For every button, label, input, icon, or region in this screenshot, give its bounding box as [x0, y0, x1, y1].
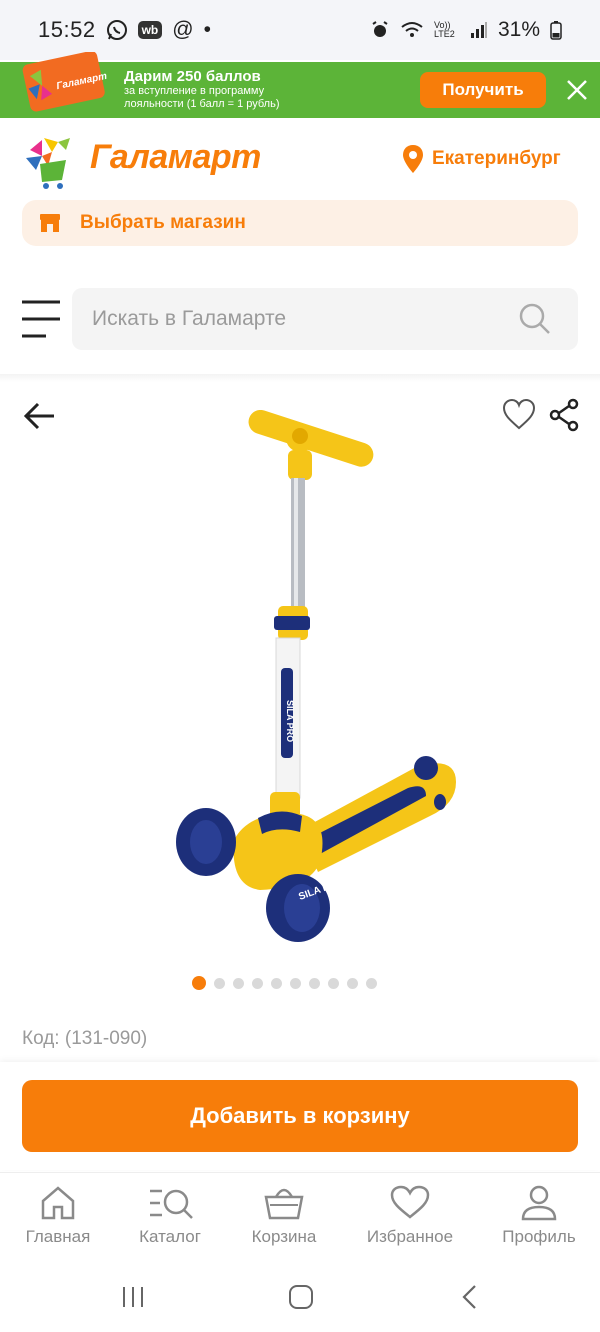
status-bar: 15:52 wb @ • Vo)) LTE2 31% [0, 0, 600, 60]
location-pin-icon [403, 145, 423, 173]
city-selector[interactable]: Екатеринбург [402, 144, 561, 174]
heart-icon [390, 1185, 430, 1219]
wb-notification-icon: wb [137, 21, 163, 39]
city-name: Екатеринбург [432, 148, 561, 169]
at-notification-icon: @ [172, 18, 194, 41]
image-carousel-dots[interactable] [192, 976, 377, 990]
back-button-icon[interactable] [458, 1284, 484, 1315]
nav-label-favorites: Избранное [366, 1227, 454, 1246]
loyalty-card-image: Галамарт [14, 50, 108, 112]
choose-store-label: Выбрать магазин [80, 212, 246, 233]
search-icon[interactable] [518, 302, 552, 341]
alarm-icon [370, 20, 390, 40]
nav-label-catalog: Каталог [139, 1227, 201, 1246]
carousel-dot[interactable] [347, 977, 358, 989]
promo-title: Дарим 250 баллов [124, 68, 261, 85]
carousel-dot[interactable] [271, 977, 282, 989]
site-header: Галамарт Екатеринбург Выбрать магазин Ис… [0, 118, 600, 380]
back-arrow-icon[interactable] [22, 398, 58, 434]
close-icon[interactable] [562, 75, 592, 105]
carousel-dot[interactable] [233, 977, 244, 989]
whatsapp-icon [106, 19, 128, 41]
carousel-dot[interactable] [328, 977, 339, 989]
home-button-icon[interactable] [288, 1284, 314, 1315]
favorite-heart-icon[interactable] [502, 398, 536, 432]
battery-icon [550, 20, 562, 40]
android-nav-bar [0, 1264, 600, 1332]
more-notifications-icon: • [203, 18, 211, 41]
basket-icon [264, 1188, 304, 1220]
carousel-dot[interactable] [366, 977, 377, 989]
bottom-nav: Главная Каталог Корзина Избранное Профил… [0, 1172, 600, 1264]
promo-banner[interactable]: Галамарт Дарим 250 баллов за вступление … [0, 50, 600, 118]
nav-label-profile: Профиль [502, 1227, 576, 1246]
wifi-icon [400, 20, 424, 40]
product-image[interactable]: SILA PRO SILA PRO [150, 409, 470, 950]
nav-item-catalog[interactable]: Каталог [130, 1185, 210, 1247]
logo-icon [26, 138, 70, 189]
promo-subtitle: за вступление в программу лояльности (1 … [124, 85, 280, 110]
nav-item-home[interactable]: Главная [22, 1185, 94, 1247]
status-time: 15:52 [38, 17, 96, 42]
stem-brand-label: SILA PRO [285, 700, 295, 742]
carousel-dot[interactable] [214, 977, 225, 989]
nav-label-home: Главная [25, 1227, 91, 1246]
nav-item-profile[interactable]: Профиль [498, 1185, 580, 1247]
add-to-cart-bar: Добавить в корзину [0, 1062, 600, 1170]
share-icon[interactable] [548, 398, 580, 432]
catalog-icon [150, 1189, 193, 1219]
carousel-dot[interactable] [309, 977, 320, 989]
carousel-dot[interactable] [192, 976, 206, 990]
battery-percent: 31% [497, 18, 540, 41]
profile-icon [521, 1185, 557, 1221]
choose-store-button[interactable]: Выбрать магазин [22, 200, 578, 246]
carousel-dot[interactable] [252, 977, 263, 989]
menu-icon[interactable] [22, 300, 62, 340]
network-label: Vo)) LTE2 [433, 20, 455, 39]
nav-item-favorites[interactable]: Избранное [360, 1185, 460, 1247]
nav-item-cart[interactable]: Корзина [246, 1185, 322, 1247]
carousel-dot[interactable] [290, 977, 301, 989]
nav-label-cart: Корзина [251, 1227, 317, 1246]
get-points-button[interactable]: Получить [420, 72, 546, 108]
store-icon [40, 214, 60, 232]
logo-text: Галамарт [90, 138, 261, 176]
logo[interactable]: Галамарт [22, 130, 261, 190]
search-input[interactable]: Искать в Галамарте [72, 288, 578, 350]
home-icon [41, 1186, 75, 1220]
header-divider [0, 374, 600, 382]
product-code: Код: (131-090) [22, 1028, 148, 1049]
search-placeholder: Искать в Галамарте [92, 307, 287, 330]
signal-icon [470, 21, 488, 39]
add-to-cart-button[interactable]: Добавить в корзину [22, 1080, 578, 1152]
recent-apps-icon[interactable] [120, 1284, 146, 1315]
